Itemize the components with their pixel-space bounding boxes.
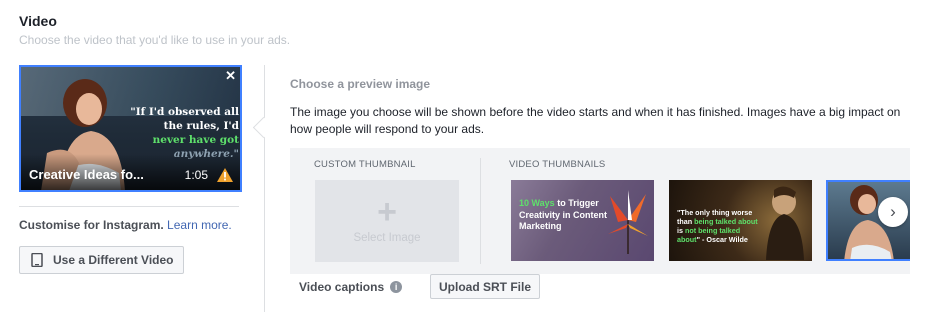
- panel-divider: [480, 158, 481, 264]
- upload-srt-label: Upload SRT File: [438, 279, 531, 294]
- next-thumbnail-button[interactable]: ›: [878, 197, 908, 227]
- thumbnail-1-text-a: to: [557, 198, 566, 208]
- selected-video-card[interactable]: "If I'd observed all the rules, I'd neve…: [19, 65, 242, 192]
- thumbnail-panel: CUSTOM THUMBNAIL VIDEO THUMBNAILS + Sele…: [290, 148, 910, 274]
- thumbnail-1-highlight: 10 Ways: [519, 198, 555, 208]
- phone-icon: [31, 253, 43, 267]
- video-thumbnail-1[interactable]: 10 Ways to Trigger Creativity in Content…: [511, 180, 654, 261]
- video-duration: 1:05: [184, 168, 208, 182]
- thumbnail-2-highlight-a: being talked about: [694, 217, 758, 226]
- warning-icon[interactable]: [217, 168, 233, 182]
- upload-srt-button[interactable]: Upload SRT File: [430, 274, 540, 299]
- video-title: Creative Ideas fo...: [29, 167, 144, 182]
- select-image-button[interactable]: + Select Image: [315, 180, 459, 262]
- portrait-image: [766, 186, 804, 260]
- learn-more-link[interactable]: Learn more.: [167, 218, 232, 232]
- video-thumbnail-2[interactable]: "The only thing worse than being talked …: [669, 180, 812, 261]
- quote-text: "If I'd observed all the rules, I'd: [130, 106, 239, 132]
- pointer-arrow: [252, 116, 275, 139]
- plus-icon: +: [377, 193, 397, 231]
- flower-image: [608, 190, 648, 254]
- video-captions: Video captions i: [299, 280, 403, 294]
- thumbnail-1-text: 10 Ways to Trigger Creativity in Content…: [519, 198, 609, 233]
- select-image-label: Select Image: [353, 232, 421, 244]
- video-thumbnails-label: VIDEO THUMBNAILS: [509, 159, 606, 170]
- section-title: Video: [19, 13, 57, 29]
- quote-highlight: never have got: [152, 134, 239, 146]
- chevron-right-icon: ›: [890, 202, 896, 221]
- thumbnail-2-text-b: is: [677, 226, 685, 235]
- use-different-video-label: Use a Different Video: [53, 253, 174, 267]
- left-divider: [19, 206, 239, 207]
- thumbnail-2-text-c: " - Oscar Wilde: [696, 235, 748, 244]
- info-icon[interactable]: i: [390, 281, 403, 293]
- preview-title: Choose a preview image: [290, 77, 431, 91]
- use-different-video-button[interactable]: Use a Different Video: [19, 246, 184, 274]
- instagram-customise-text: Customise for Instagram.: [19, 218, 164, 232]
- preview-description: The image you choose will be shown befor…: [290, 105, 901, 136]
- column-divider: [264, 65, 265, 312]
- thumbnail-2-text: "The only thing worse than being talked …: [677, 208, 765, 244]
- close-icon[interactable]: ✕: [225, 68, 236, 84]
- video-captions-label: Video captions: [299, 280, 385, 294]
- instagram-customise: Customise for Instagram. Learn more.: [19, 218, 232, 232]
- section-subtitle: Choose the video that you'd like to use …: [19, 33, 291, 47]
- video-quote: "If I'd observed all the rules, I'd neve…: [129, 105, 239, 161]
- custom-thumbnail-label: CUSTOM THUMBNAIL: [314, 159, 416, 170]
